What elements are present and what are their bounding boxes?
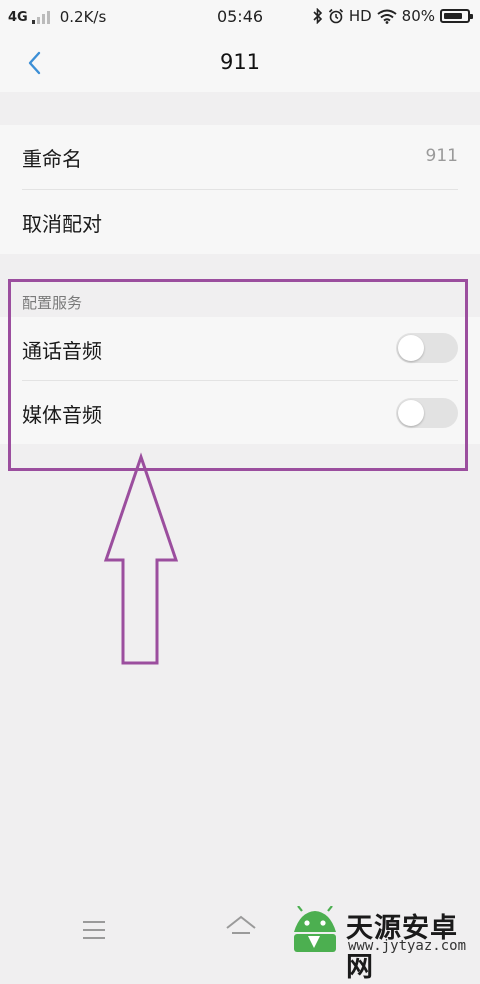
status-right: HD 80%	[313, 7, 473, 25]
battery-icon	[440, 9, 473, 23]
wifi-icon	[377, 9, 397, 24]
bluetooth-icon	[313, 8, 322, 24]
menu-icon[interactable]	[82, 920, 106, 940]
hd-indicator: HD	[348, 7, 372, 25]
alarm-icon	[328, 8, 343, 24]
battery-percent: 80%	[401, 7, 435, 25]
watermark: 天源安卓网 www.jytyaz.com	[284, 898, 480, 983]
unpair-row[interactable]: 取消配对	[0, 190, 480, 254]
rename-label: 重命名	[22, 147, 82, 171]
unpair-label: 取消配对	[22, 212, 102, 236]
battery-fill	[444, 13, 462, 19]
rename-row[interactable]: 重命名 911	[0, 125, 480, 189]
watermark-url: www.jytyaz.com	[348, 938, 467, 954]
title-bar: 911	[0, 34, 480, 92]
device-settings-group: 重命名 911 取消配对	[0, 125, 480, 254]
annotation-up-arrow	[103, 452, 179, 665]
home-icon[interactable]	[224, 914, 258, 942]
rename-value: 911	[425, 146, 458, 166]
status-bar: 4G 0.2K/s 05:46 HD 80%	[0, 0, 480, 34]
page-title: 911	[219, 50, 261, 74]
android-logo-icon	[294, 906, 336, 952]
annotation-highlight-box	[8, 279, 468, 471]
